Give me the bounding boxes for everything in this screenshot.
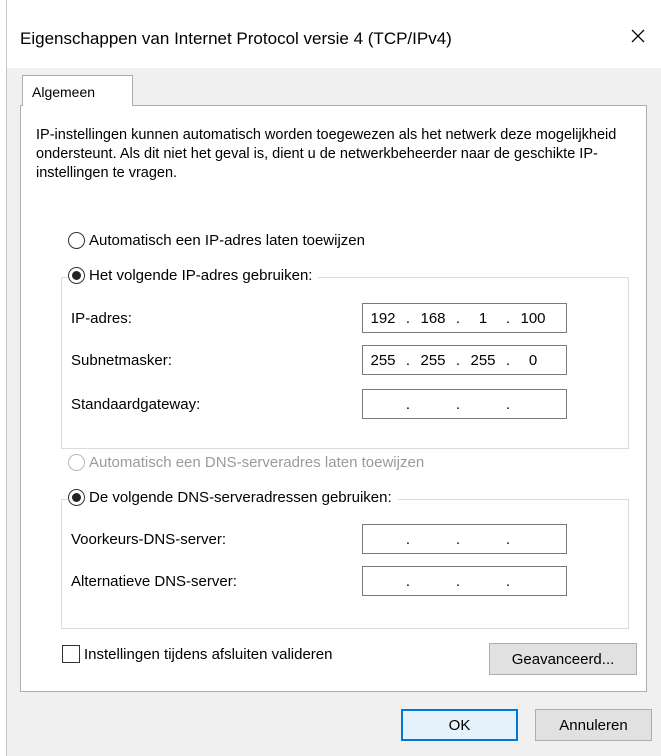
advanced-button-label: Geavanceerd... — [511, 650, 615, 668]
default-gateway-input[interactable]: . . . — [362, 389, 567, 419]
preferred-dns-input[interactable]: . . . — [362, 524, 567, 554]
subnet-octet-2[interactable]: 255 — [413, 352, 453, 369]
ip-octet-3[interactable]: 1 — [463, 310, 503, 327]
subnet-mask-input[interactable]: 255. 255. 255. 0 — [362, 345, 567, 375]
tab-label: Algemeen — [32, 84, 96, 100]
window-title: Eigenschappen van Internet Protocol vers… — [20, 29, 452, 48]
radio-manual-ip[interactable]: Het volgende IP-adres gebruiken: — [68, 267, 319, 284]
close-icon — [630, 28, 646, 48]
tab-algemeen[interactable]: Algemeen — [22, 75, 133, 106]
radio-auto-ip-label: Automatisch een IP-adres laten toewijzen — [89, 232, 365, 249]
radio-manual-ip-label: Het volgende IP-adres gebruiken: — [89, 267, 313, 284]
dns-group-box — [61, 499, 629, 629]
validate-on-exit-checkbox[interactable]: Instellingen tijdens afsluiten valideren — [62, 645, 333, 663]
radio-manual-ip-circle[interactable] — [68, 267, 85, 284]
radio-auto-ip[interactable]: Automatisch een IP-adres laten toewijzen — [68, 232, 365, 249]
cancel-button-label: Annuleren — [559, 716, 628, 734]
radio-manual-dns-label: De volgende DNS-serveradressen gebruiken… — [89, 489, 392, 506]
subnet-octet-1[interactable]: 255 — [363, 352, 403, 369]
title-bar: Eigenschappen van Internet Protocol vers… — [7, 0, 661, 68]
radio-selected-dot — [72, 271, 81, 280]
info-text: IP-instellingen kunnen automatisch worde… — [36, 127, 617, 181]
radio-auto-dns[interactable]: Automatisch een DNS-serveradres laten to… — [68, 454, 424, 471]
radio-auto-dns-label: Automatisch een DNS-serveradres laten to… — [89, 454, 425, 471]
preferred-dns-label: Voorkeurs-DNS-server: — [71, 531, 227, 548]
ok-button[interactable]: OK — [401, 709, 518, 741]
ipv4-properties-dialog: Eigenschappen van Internet Protocol vers… — [6, 0, 661, 756]
ip-address-input[interactable]: 192. 168. 1. 100 — [362, 303, 567, 333]
validate-checkbox-box[interactable] — [62, 645, 80, 663]
ip-octet-4[interactable]: 100 — [513, 310, 553, 327]
radio-auto-dns-circle[interactable] — [68, 454, 85, 471]
cancel-button[interactable]: Annuleren — [535, 709, 652, 741]
tab-panel-algemeen: IP-instellingen kunnen automatisch worde… — [20, 105, 647, 692]
radio-selected-dot — [72, 493, 81, 502]
close-button[interactable] — [618, 20, 658, 56]
default-gateway-label: Standaardgateway: — [71, 396, 201, 413]
radio-manual-dns-circle[interactable] — [68, 489, 85, 506]
ip-address-label: IP-adres: — [71, 310, 132, 327]
ok-button-label: OK — [448, 716, 471, 734]
validate-checkbox-label: Instellingen tijdens afsluiten valideren — [84, 645, 333, 663]
radio-auto-ip-circle[interactable] — [68, 232, 85, 249]
ip-octet-2[interactable]: 168 — [413, 310, 453, 327]
dialog-body: Algemeen IP-instellingen kunnen automati… — [7, 68, 661, 756]
ip-octet-1[interactable]: 192 — [363, 310, 403, 327]
alternate-dns-label: Alternatieve DNS-server: — [71, 573, 237, 590]
subnet-octet-4[interactable]: 0 — [513, 352, 553, 369]
radio-manual-dns[interactable]: De volgende DNS-serveradressen gebruiken… — [68, 489, 398, 506]
subnet-mask-label: Subnetmasker: — [71, 352, 172, 369]
advanced-button[interactable]: Geavanceerd... — [489, 643, 637, 675]
alternate-dns-input[interactable]: . . . — [362, 566, 567, 596]
subnet-octet-3[interactable]: 255 — [463, 352, 503, 369]
